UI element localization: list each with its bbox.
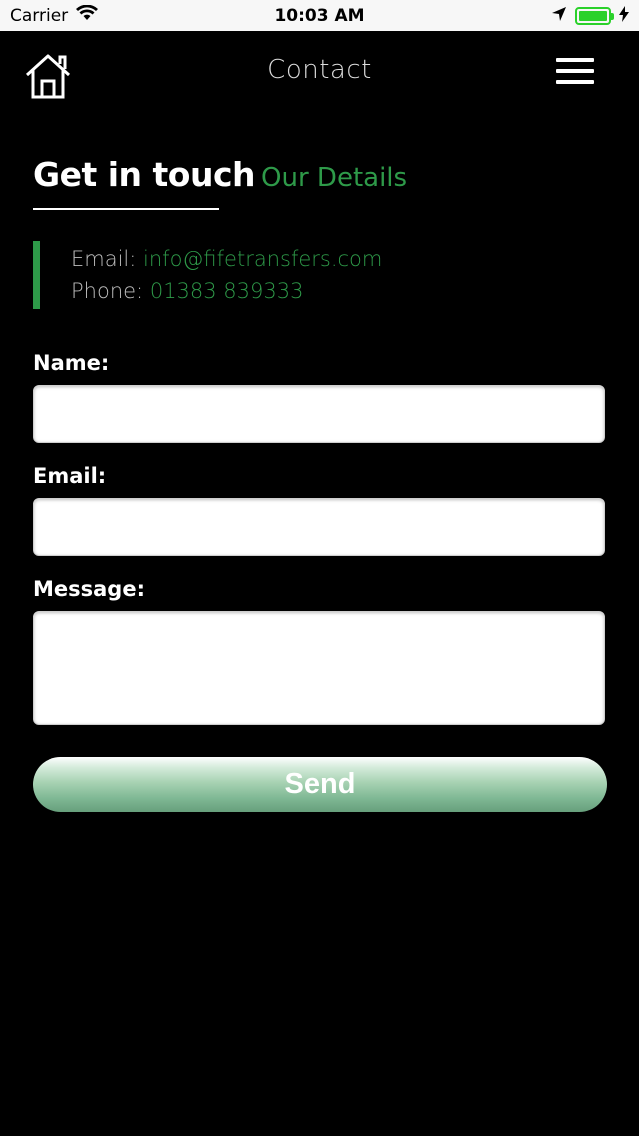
email-label: Email: — [33, 464, 107, 488]
hamburger-menu-icon-line — [556, 69, 594, 73]
carrier-label: Carrier — [10, 5, 69, 26]
home-icon — [25, 54, 71, 99]
contact-subheading: Our Details — [261, 163, 408, 193]
page-title: Contact — [267, 55, 372, 85]
name-input[interactable] — [33, 385, 605, 443]
status-left: Carrier — [10, 4, 99, 26]
email-detail: Email: info@fifetransfers.com — [71, 247, 606, 271]
contact-content: Get in touch Our Details Email: info@fif… — [33, 113, 607, 812]
location-arrow-icon — [551, 6, 567, 26]
status-right — [551, 5, 629, 26]
bolt-icon — [619, 5, 629, 26]
hamburger-menu-icon — [556, 58, 594, 62]
hamburger-menu-icon-line — [556, 80, 594, 84]
name-group: Name: — [33, 351, 606, 443]
status-bar: Carrier 10:03 AM — [0, 0, 639, 31]
message-label: Message: — [33, 577, 145, 601]
heading-underline — [33, 208, 219, 210]
email-link[interactable]: info@fifetransfers.com — [143, 247, 382, 271]
send-button[interactable]: Send — [33, 757, 607, 812]
nav-bar: Contact — [0, 31, 639, 113]
heading-row: Get in touch Our Details — [33, 155, 606, 194]
message-group: Message: — [33, 577, 606, 725]
message-textarea[interactable] — [33, 611, 605, 725]
home-button[interactable] — [24, 53, 72, 99]
contact-heading: Get in touch — [33, 155, 256, 194]
wifi-icon — [76, 4, 99, 26]
menu-button[interactable] — [556, 58, 594, 84]
phone-link[interactable]: 01383 839333 — [150, 279, 304, 303]
email-group: Email: — [33, 464, 606, 556]
contact-details: Email: info@fifetransfers.com Phone: 013… — [33, 241, 606, 309]
email-detail-label: Email: — [71, 247, 137, 271]
email-input[interactable] — [33, 498, 605, 556]
phone-detail: Phone: 01383 839333 — [71, 279, 606, 303]
name-label: Name: — [33, 351, 110, 375]
battery-fill — [579, 10, 607, 21]
battery-icon — [575, 6, 614, 25]
phone-detail-label: Phone: — [71, 279, 144, 303]
battery-tip — [611, 12, 614, 20]
